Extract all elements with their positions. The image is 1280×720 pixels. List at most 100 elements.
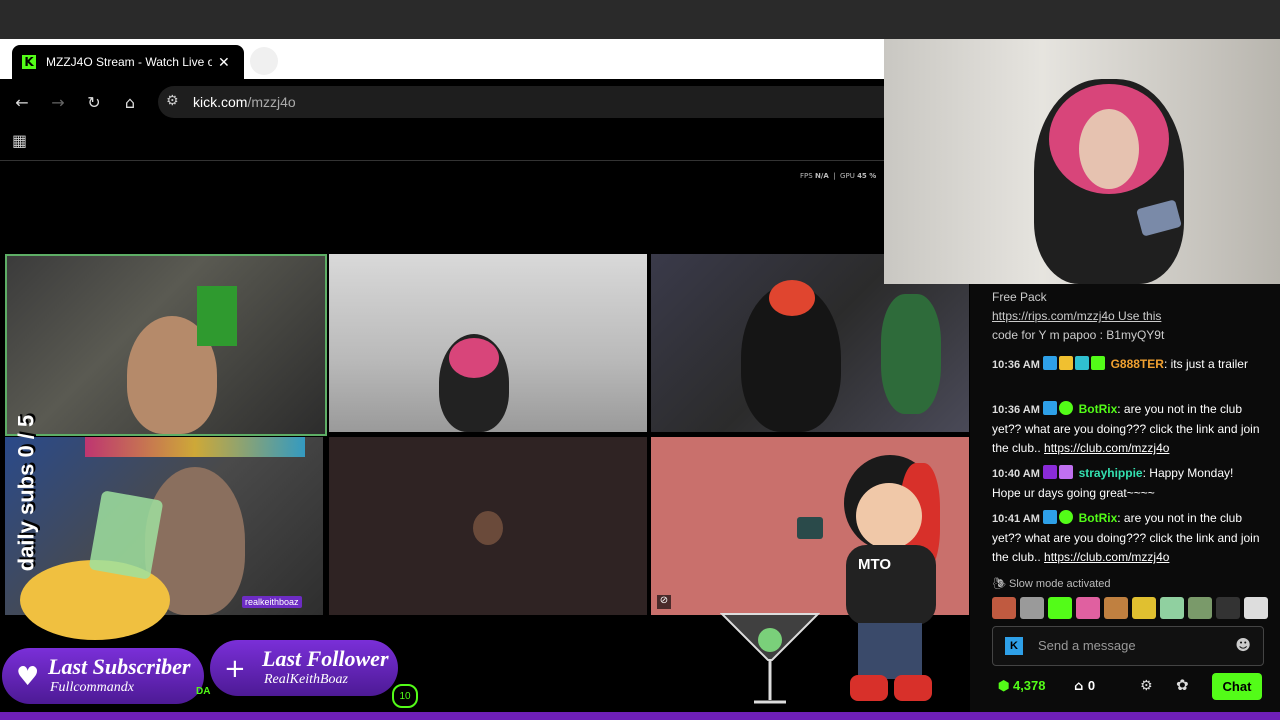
pink-hair bbox=[449, 338, 499, 378]
red-hair bbox=[769, 280, 815, 316]
last-follower-label: Last Follower bbox=[262, 646, 389, 671]
emote[interactable] bbox=[1104, 597, 1128, 619]
gpu-value: 45 % bbox=[857, 172, 877, 180]
last-follower-widget: + Last Follower RealKeithBoaz bbox=[210, 640, 398, 696]
video-tile-1[interactable] bbox=[5, 254, 327, 436]
avatar bbox=[473, 511, 503, 545]
message-link[interactable]: https://club.com/mzzj4o bbox=[1044, 441, 1169, 455]
gift-icon: ⌂ bbox=[1074, 679, 1088, 694]
badge-icon bbox=[1075, 356, 1090, 370]
verified-badge-icon bbox=[1059, 510, 1074, 524]
top-strip bbox=[0, 0, 1280, 39]
video-tile-5[interactable] bbox=[329, 437, 647, 615]
emote[interactable] bbox=[1132, 597, 1156, 619]
emote[interactable] bbox=[1076, 597, 1100, 619]
message-link[interactable]: https://club.com/mzzj4o bbox=[1044, 550, 1169, 564]
fps-value: N/A bbox=[814, 172, 829, 180]
last-follower-name: RealKeithBoaz bbox=[264, 672, 348, 687]
shirt-text: MTO bbox=[858, 556, 892, 573]
slow-mode-text: Slow mode activated bbox=[1009, 578, 1111, 590]
chat-message: 10:40 AM strayhippie: Happy Monday! Hope… bbox=[992, 465, 1234, 500]
badge-icon bbox=[1043, 510, 1058, 524]
emote[interactable] bbox=[1188, 597, 1212, 619]
site-settings-icon[interactable]: ⚙ bbox=[166, 93, 179, 109]
message-time: 10:36 AM bbox=[992, 404, 1040, 416]
message-text: its just a trailer bbox=[1170, 357, 1248, 371]
address-bar[interactable]: ⚙ kick.com/mzzj4o bbox=[158, 86, 898, 118]
verified-badge-icon bbox=[1059, 401, 1074, 415]
daily-subs-counter: daily subs 0 / 5 bbox=[8, 410, 38, 572]
new-tab-button[interactable] bbox=[250, 47, 278, 75]
partial-line-3[interactable]: https://rips.com/mzzj4o Use this bbox=[992, 307, 1262, 326]
emote[interactable] bbox=[1244, 597, 1268, 619]
url-text: kick.com/mzzj4o bbox=[193, 94, 296, 110]
tab-title: MZZJ4O Stream - Watch Live o bbox=[46, 55, 212, 69]
forward-icon[interactable]: → bbox=[47, 91, 69, 113]
close-icon[interactable]: ✕ bbox=[218, 54, 230, 71]
emote[interactable] bbox=[992, 597, 1016, 619]
webcam-overlay bbox=[884, 39, 1280, 284]
video-tile-2[interactable] bbox=[329, 254, 647, 432]
chat-message: 10:41 AM BotRix: are you not in the club… bbox=[992, 510, 1260, 564]
back-icon[interactable]: ← bbox=[11, 91, 33, 113]
bookmarks-bar bbox=[0, 125, 884, 161]
avatar-character-graphic bbox=[830, 455, 950, 705]
badge-icon bbox=[1043, 356, 1058, 370]
chat-message-partial: Free Pack https://rips.com/mzzj4o Use th… bbox=[992, 276, 1262, 345]
snail-icon: 🐌︎ bbox=[992, 578, 1010, 590]
kick-sign bbox=[197, 286, 237, 346]
bottom-bar bbox=[0, 712, 1280, 720]
streamer-face bbox=[1079, 109, 1139, 189]
emote-bar bbox=[992, 597, 1268, 621]
reload-icon[interactable]: ↻ bbox=[83, 91, 105, 113]
emote[interactable] bbox=[1020, 597, 1044, 619]
partial-line-4: code for Y m papoo : B1myQY9t bbox=[992, 328, 1165, 342]
emote[interactable] bbox=[1160, 597, 1184, 619]
last-subscriber-name: Fullcommandx bbox=[50, 680, 134, 695]
message-username[interactable]: BotRix bbox=[1079, 511, 1118, 525]
kicks-icon: ⬢ bbox=[998, 678, 1013, 693]
tile-icon: ⊘ bbox=[657, 595, 671, 609]
message-placeholder: Send a message bbox=[1038, 638, 1136, 653]
gifts-counter[interactable]: ⌂ 0 bbox=[1074, 678, 1095, 694]
chat-message: 10:36 AM BotRix: are you not in the club… bbox=[992, 401, 1260, 455]
gear-icon[interactable]: ⚙ bbox=[1140, 678, 1153, 694]
url-domain: kick.com bbox=[193, 94, 248, 110]
emote[interactable] bbox=[1048, 597, 1072, 619]
message-username[interactable]: strayhippie bbox=[1079, 466, 1143, 480]
chat-send-button[interactable]: Chat bbox=[1212, 673, 1262, 700]
partial-line-2: Free Pack bbox=[992, 290, 1047, 304]
leaf-badge-icon bbox=[1043, 465, 1058, 479]
message-time: 10:41 AM bbox=[992, 513, 1040, 525]
apps-grid-icon[interactable]: ▦ bbox=[12, 131, 27, 150]
home-icon[interactable]: ⌂ bbox=[119, 91, 141, 113]
heart-icon: ♥ bbox=[16, 662, 40, 692]
emoji-icon[interactable]: ☻ bbox=[1235, 636, 1251, 654]
avatar bbox=[797, 517, 823, 539]
message-time: 10:40 AM bbox=[992, 468, 1040, 480]
ticker-counter: 10 bbox=[392, 684, 418, 708]
message-time: 10:36 AM bbox=[992, 359, 1040, 371]
emote[interactable] bbox=[1216, 597, 1240, 619]
message-username[interactable]: G888TER bbox=[1111, 357, 1164, 371]
ticker-text: DA bbox=[196, 686, 211, 697]
add-user-icon: + bbox=[224, 654, 246, 684]
url-path: /mzzj4o bbox=[247, 94, 296, 110]
gifts-count: 0 bbox=[1087, 678, 1096, 693]
kicks-counter[interactable]: ⬢ 4,378 bbox=[998, 678, 1046, 694]
emote-picker-icon[interactable]: ✿ bbox=[1176, 676, 1189, 694]
message-username[interactable]: BotRix bbox=[1079, 402, 1118, 416]
crown-badge-icon bbox=[1059, 356, 1074, 370]
last-subscriber-widget: ♥ Last Subscriber Fullcommandx bbox=[2, 648, 204, 704]
message-input[interactable]: K Send a message ☻ bbox=[992, 626, 1264, 666]
gpu-label: GPU bbox=[840, 172, 855, 180]
martini-glass-graphic bbox=[720, 613, 820, 704]
browser-tab[interactable]: K MZZJ4O Stream - Watch Live o ✕ bbox=[12, 45, 244, 79]
fps-label: FPS bbox=[800, 172, 813, 180]
tile-name-tag: realkeithboaz bbox=[242, 596, 302, 608]
kicks-count: 4,378 bbox=[1012, 678, 1046, 693]
last-subscriber-label: Last Subscriber bbox=[48, 654, 191, 679]
gift-badge-icon bbox=[1059, 465, 1074, 479]
badge-icon bbox=[1043, 401, 1058, 415]
gift-badge-icon bbox=[1091, 356, 1106, 370]
